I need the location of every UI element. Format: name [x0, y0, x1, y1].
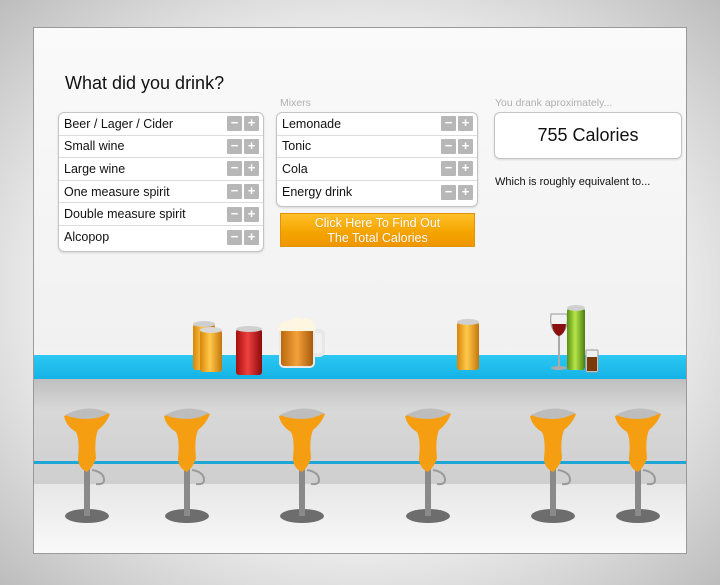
drink-row-double-spirit: Double measure spirit − + — [59, 203, 263, 226]
mixer-row-cola: Cola − + — [277, 158, 477, 181]
bar-stool-icon — [164, 408, 210, 523]
result-label: You drank aproximately... — [495, 97, 613, 109]
mixer-label: Energy drink — [282, 185, 353, 200]
minus-button[interactable]: − — [227, 184, 242, 200]
app-frame: What did you drink? Beer / Lager / Cider… — [33, 27, 687, 554]
calorie-total: 755 Calories — [494, 112, 682, 159]
green-can-icon — [567, 305, 585, 370]
drink-row-small-wine: Small wine − + — [59, 136, 263, 159]
drink-row-alcopop: Alcopop − + — [59, 226, 263, 249]
drink-label: Alcopop — [64, 230, 110, 245]
plus-button[interactable]: + — [244, 229, 259, 245]
beer-mug-icon — [278, 317, 325, 368]
minus-button[interactable]: − — [227, 138, 242, 154]
mixer-row-tonic: Tonic − + — [277, 136, 477, 159]
minus-button[interactable]: − — [227, 116, 242, 132]
drink-label: One measure spirit — [64, 184, 170, 199]
bar-stool-icon — [530, 408, 576, 523]
plus-button[interactable]: + — [244, 138, 259, 154]
drink-row-large-wine: Large wine − + — [59, 158, 263, 181]
mixer-label: Lemonade — [282, 116, 342, 131]
calculate-calories-button[interactable]: Click Here To Find Out The Total Calorie… — [280, 213, 475, 247]
drink-label: Beer / Lager / Cider — [64, 116, 174, 131]
drink-row-beer: Beer / Lager / Cider − + — [59, 113, 263, 136]
bar-stool-icon — [405, 408, 451, 523]
plus-button[interactable]: + — [458, 161, 473, 177]
mixer-label: Cola — [282, 161, 308, 176]
drink-label: Double measure spirit — [64, 207, 186, 222]
bar-stool-icon — [64, 408, 110, 523]
bar-stool-icon — [279, 408, 325, 523]
drink-label: Large wine — [64, 161, 126, 176]
plus-button[interactable]: + — [244, 116, 259, 132]
plus-button[interactable]: + — [244, 206, 259, 222]
shot-glass-icon — [585, 349, 599, 373]
orange-can-icon — [457, 319, 479, 370]
bar-footrail — [34, 461, 686, 464]
plus-button[interactable]: + — [244, 184, 259, 200]
mixer-label: Tonic — [282, 139, 312, 154]
mixer-row-lemonade: Lemonade − + — [277, 113, 477, 136]
plus-button[interactable]: + — [458, 116, 473, 132]
page-title: What did you drink? — [65, 73, 225, 93]
cta-line-2: The Total Calories — [327, 231, 428, 245]
minus-button[interactable]: − — [441, 138, 456, 154]
red-can-icon — [236, 326, 262, 375]
orange-can-icon — [193, 321, 222, 372]
plus-button[interactable]: + — [244, 161, 259, 177]
equivalent-text: Which is roughly equivalent to... — [495, 176, 651, 188]
minus-button[interactable]: − — [441, 184, 456, 200]
minus-button[interactable]: − — [441, 116, 456, 132]
plus-button[interactable]: + — [458, 138, 473, 154]
mixers-label: Mixers — [280, 97, 311, 109]
minus-button[interactable]: − — [441, 161, 456, 177]
minus-button[interactable]: − — [227, 229, 242, 245]
floor — [34, 484, 686, 553]
plus-button[interactable]: + — [458, 184, 473, 200]
mixer-row-energy-drink: Energy drink − + — [277, 181, 477, 204]
minus-button[interactable]: − — [227, 206, 242, 222]
drink-label: Small wine — [64, 139, 125, 154]
bar-front — [34, 379, 686, 484]
drink-row-one-spirit: One measure spirit − + — [59, 181, 263, 204]
mixers-panel: Lemonade − + Tonic − + Cola − + Energy drin… — [276, 112, 478, 207]
cta-line-1: Click Here To Find Out — [314, 216, 441, 230]
bar-stool-icon — [615, 408, 661, 523]
drinks-panel: Beer / Lager / Cider − + Small wine − + La… — [58, 112, 264, 252]
minus-button[interactable]: − — [227, 161, 242, 177]
